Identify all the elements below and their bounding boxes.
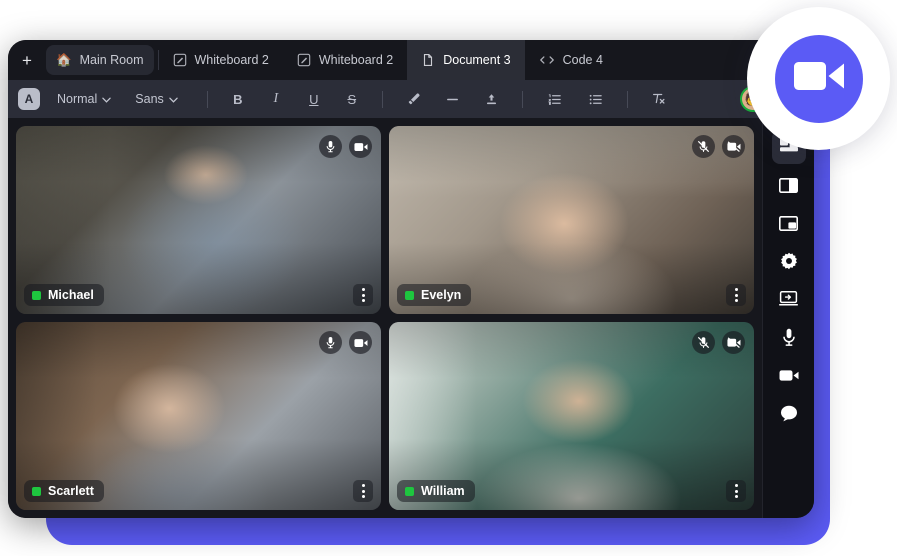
right-rail (762, 118, 814, 518)
rail-item-sidebar-layout[interactable] (772, 168, 806, 202)
toolbar-divider (522, 91, 523, 108)
chevron-down-icon (169, 92, 178, 106)
tab-code-4[interactable]: Code 4 (525, 40, 617, 80)
toolbar-divider (627, 91, 628, 108)
rail-item-picture-in-picture[interactable] (772, 206, 806, 240)
chat-bubble-icon (780, 405, 798, 422)
badge-circle (775, 35, 863, 123)
tile-controls (692, 135, 745, 158)
microphone-icon[interactable] (319, 135, 342, 158)
toolbar-divider (382, 91, 383, 108)
camera-icon[interactable] (349, 135, 372, 158)
document-icon (421, 53, 435, 67)
screen-share-icon (779, 291, 798, 307)
tile-menu-button[interactable] (353, 284, 373, 306)
camera-icon (779, 369, 799, 382)
rail-item-share-screen[interactable] (772, 282, 806, 316)
status-badge (405, 291, 414, 300)
font-family-value: Sans (135, 92, 164, 106)
tab-label: Main Room (80, 53, 144, 67)
video-camera-icon (794, 60, 844, 97)
rail-item-microphone[interactable] (772, 320, 806, 354)
screenshot-root: + 🏠 Main Room Whiteboard 2 (0, 0, 897, 556)
house-icon: 🏠 (56, 53, 72, 68)
format-toolbar: A Normal Sans B I U S (8, 80, 814, 118)
camera-off-icon[interactable] (722, 331, 745, 354)
tab-whiteboard-2-a[interactable]: Whiteboard 2 (159, 40, 283, 80)
tile-controls (319, 331, 372, 354)
underline-button[interactable]: U (302, 87, 326, 111)
camera-off-icon[interactable] (722, 135, 745, 158)
participant-name: Scarlett (48, 484, 94, 498)
status-badge (32, 291, 41, 300)
tile-controls (319, 135, 372, 158)
video-tile-michael[interactable]: Michael (16, 126, 381, 314)
participant-name-chip: Scarlett (24, 480, 104, 502)
text-style-button[interactable]: A (18, 88, 40, 110)
microphone-muted-icon[interactable] (692, 135, 715, 158)
rail-item-settings[interactable] (772, 244, 806, 278)
bold-button[interactable]: B (226, 87, 250, 111)
code-icon (539, 54, 555, 66)
rail-item-camera[interactable] (772, 358, 806, 392)
tile-menu-button[interactable] (726, 284, 746, 306)
picture-in-picture-icon (779, 216, 798, 231)
microphone-muted-icon[interactable] (692, 331, 715, 354)
status-badge (32, 487, 41, 496)
tab-bar: + 🏠 Main Room Whiteboard 2 (8, 40, 814, 80)
paragraph-style-dropdown[interactable]: Normal (52, 87, 116, 111)
participant-name: Michael (48, 288, 94, 302)
tab-label: Whiteboard 2 (319, 53, 393, 67)
whiteboard-icon (297, 53, 311, 67)
microphone-icon (782, 328, 796, 347)
microphone-icon[interactable] (319, 331, 342, 354)
rail-item-chat[interactable] (772, 396, 806, 430)
tab-label: Whiteboard 2 (195, 53, 269, 67)
app-window: + 🏠 Main Room Whiteboard 2 (8, 40, 814, 518)
paragraph-style-value: Normal (57, 92, 97, 106)
video-tile-scarlett[interactable]: Scarlett (16, 322, 381, 510)
floating-video-badge[interactable] (747, 7, 890, 150)
add-tab-button[interactable]: + (12, 40, 42, 80)
tab-whiteboard-2-b[interactable]: Whiteboard 2 (283, 40, 407, 80)
tab-label: Document 3 (443, 53, 510, 67)
participant-name-chip: Michael (24, 284, 104, 306)
sidebar-layout-icon (779, 178, 798, 193)
toolbar-divider (207, 91, 208, 108)
app-body: Michael (8, 118, 814, 518)
participant-name: Evelyn (421, 288, 461, 302)
upload-icon[interactable] (479, 87, 504, 111)
video-tile-evelyn[interactable]: Evelyn (389, 126, 754, 314)
whiteboard-icon (173, 53, 187, 67)
horizontal-rule-icon[interactable] (440, 87, 465, 111)
camera-icon[interactable] (349, 331, 372, 354)
participant-name-chip: William (397, 480, 475, 502)
tab-document-3[interactable]: Document 3 (407, 40, 524, 80)
gear-icon (780, 252, 798, 270)
italic-button[interactable]: I (264, 87, 288, 111)
tile-controls (692, 331, 745, 354)
strikethrough-button[interactable]: S (340, 87, 364, 111)
participant-name-chip: Evelyn (397, 284, 471, 306)
participant-name: William (421, 484, 465, 498)
clear-formatting-icon[interactable] (646, 87, 672, 111)
video-tile-william[interactable]: William (389, 322, 754, 510)
font-family-dropdown[interactable]: Sans (130, 87, 183, 111)
status-badge (405, 487, 414, 496)
tile-menu-button[interactable] (353, 480, 373, 502)
highlighter-icon[interactable] (401, 87, 426, 111)
chevron-down-icon (102, 92, 111, 106)
bullet-list-icon[interactable] (583, 87, 608, 111)
video-grid: Michael (8, 118, 762, 518)
ordered-list-icon[interactable] (542, 87, 567, 111)
tile-menu-button[interactable] (726, 480, 746, 502)
tab-label: Code 4 (563, 53, 603, 67)
tab-main-room[interactable]: 🏠 Main Room (42, 40, 158, 80)
